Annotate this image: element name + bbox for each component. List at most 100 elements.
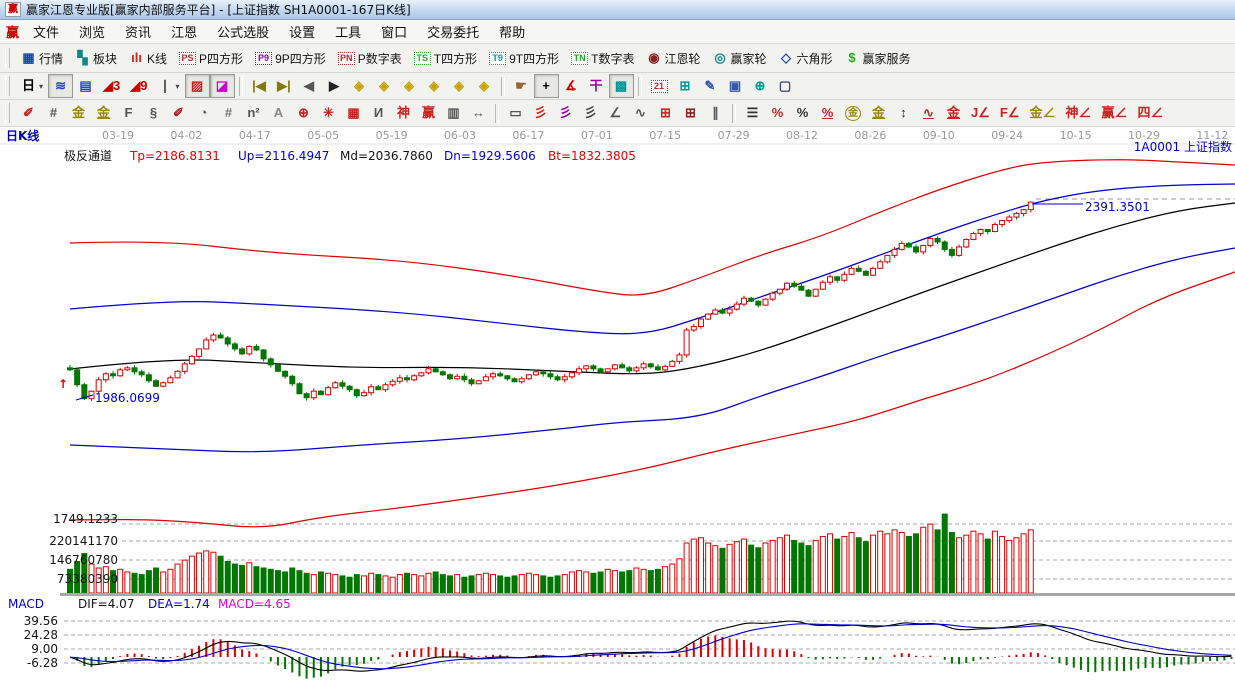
t-number-table-button[interactable]: TN T数字表 xyxy=(566,45,639,71)
time-cycle-button[interactable]: ◔ xyxy=(191,101,216,125)
volume-distribution-button[interactable]: ◪ xyxy=(209,74,235,98)
memo-notes-button[interactable]: ✎ xyxy=(698,74,723,98)
shen-gann-button[interactable]: 神 xyxy=(391,101,416,125)
fibonacci-lines-button[interactable]: F xyxy=(116,101,141,125)
band-box-red-button[interactable]: ∿ xyxy=(916,101,941,125)
menu-item-文件[interactable]: 文件 xyxy=(23,20,69,43)
zigzag-wave-button[interactable]: ∿ xyxy=(628,101,653,125)
vertical-measure-button[interactable]: ↕ xyxy=(891,101,916,125)
gann-split-button[interactable]: 干 xyxy=(584,74,609,98)
measure-frame-button[interactable]: ▭ xyxy=(503,101,528,125)
menu-item-公式选股[interactable]: 公式选股 xyxy=(207,20,279,43)
p9-square-button[interactable]: P9 9P四方形 xyxy=(250,45,331,71)
price-grid-dark-button[interactable]: ⊞ xyxy=(678,101,703,125)
market-quotes-button[interactable]: ▦ 行情 xyxy=(16,45,68,71)
gann-circle-button[interactable]: ⊕ xyxy=(291,101,316,125)
gann-fan-button[interactable]: 彡 xyxy=(528,101,553,125)
zoom-region-button[interactable]: ≋ xyxy=(48,74,74,98)
angle-measure-button[interactable]: ∡ xyxy=(559,74,584,98)
net-update-button[interactable]: ⊕ xyxy=(748,74,773,98)
zoom-x-in-button[interactable]: ◈ xyxy=(422,74,447,98)
winner-wheel-button[interactable]: ◎ 赢家轮 xyxy=(707,45,771,71)
period-daily-dropdown[interactable]: ▾ xyxy=(39,82,43,91)
parallel-channel-button[interactable]: ∥ xyxy=(703,101,728,125)
cycle-ruler-button[interactable]: ✐ xyxy=(166,101,191,125)
save-data-button[interactable]: ▣ xyxy=(723,74,748,98)
gann-line-tool-button[interactable]: # xyxy=(41,101,66,125)
gann-star-wheel-button[interactable]: ✳ xyxy=(316,101,341,125)
jump-first-button[interactable]: |◀ xyxy=(247,74,272,98)
area-select-button[interactable]: ▩ xyxy=(608,74,634,98)
price-grid-red-button[interactable]: ⊞ xyxy=(653,101,678,125)
menu-item-帮助[interactable]: 帮助 xyxy=(489,20,535,43)
calendar-button[interactable]: 21 xyxy=(646,74,673,98)
f-angle-button[interactable]: F∠ xyxy=(995,101,1025,125)
jump-last-button[interactable]: ▶| xyxy=(272,74,297,98)
remote-service-button[interactable]: ▢ xyxy=(773,74,798,98)
menu-item-浏览[interactable]: 浏览 xyxy=(69,20,115,43)
zoom-x-out-button[interactable]: ◈ xyxy=(397,74,422,98)
calculator-button[interactable]: ⊞ xyxy=(673,74,698,98)
gann-square-grid-button[interactable]: ▦ xyxy=(341,101,366,125)
menu-item-工具[interactable]: 工具 xyxy=(325,20,371,43)
gann-fan-boxed-button[interactable]: 彡 xyxy=(553,101,578,125)
info-list-button[interactable]: ▤ xyxy=(73,74,98,98)
j-angle-button[interactable]: J∠ xyxy=(966,101,995,125)
menu-item-资讯[interactable]: 资讯 xyxy=(115,20,161,43)
menu-item-设置[interactable]: 设置 xyxy=(279,20,325,43)
p-number-table-button[interactable]: PN P数字表 xyxy=(333,45,407,71)
compress-view-button[interactable]: ◈ xyxy=(447,74,472,98)
percent-plain-button[interactable]: % xyxy=(790,101,815,125)
si-angle-button[interactable]: 四∠ xyxy=(1133,101,1169,125)
menu-item-交易委托[interactable]: 交易委托 xyxy=(417,20,489,43)
percent-seven-button[interactable]: % xyxy=(765,101,790,125)
toolbar-grip[interactable] xyxy=(5,48,10,68)
title-bar[interactable]: 赢 赢家江恩专业版[赢家内部服务平台] - [上证指数 SH1A0001-167… xyxy=(0,0,1235,20)
hand-tool-button[interactable]: ☛ xyxy=(509,74,534,98)
grid-price-table-button[interactable]: ▥ xyxy=(441,101,466,125)
gann-wheel-button[interactable]: ◉ 江恩轮 xyxy=(641,45,705,71)
kline-view-button[interactable]: ılı K线 xyxy=(124,45,172,71)
expand-view-button[interactable]: ◈ xyxy=(472,74,497,98)
t9-square-button[interactable]: T9 9T四方形 xyxy=(484,45,564,71)
region-map-button[interactable]: ▨ xyxy=(184,74,210,98)
a-angle-tool-button[interactable]: A xyxy=(266,101,291,125)
period-lines-button[interactable]: # xyxy=(216,101,241,125)
candle-style-button[interactable]: ∣ ▾ xyxy=(152,74,184,98)
ying-angle-button[interactable]: 赢∠ xyxy=(1097,101,1133,125)
wave-mark-button[interactable]: И xyxy=(366,101,391,125)
bars-9-button[interactable]: ◢9 xyxy=(125,74,152,98)
shen-angle-button[interactable]: 神∠ xyxy=(1061,101,1097,125)
toolbar-grip[interactable] xyxy=(5,103,10,123)
gold-ratio-a-button[interactable]: 金 xyxy=(66,101,91,125)
shift-left-button[interactable]: ◈ xyxy=(347,74,372,98)
sector-blocks-button[interactable]: ▚ 板块 xyxy=(70,45,122,71)
bars-3-button[interactable]: ◢3 xyxy=(98,74,125,98)
t-square-button[interactable]: TS T四方形 xyxy=(409,45,482,71)
draw-pin-button[interactable]: ✐ xyxy=(16,101,41,125)
step-back-button[interactable]: ◀ xyxy=(297,74,322,98)
menu-item-江恩[interactable]: 江恩 xyxy=(161,20,207,43)
period-daily-button[interactable]: 日 ▾ xyxy=(16,74,48,98)
spiral-tool-button[interactable]: § xyxy=(141,101,166,125)
shift-right-button[interactable]: ◈ xyxy=(372,74,397,98)
hexagon-tool-button[interactable]: ◇ 六角形 xyxy=(774,45,838,71)
stat-table-button[interactable]: ☰ xyxy=(740,101,765,125)
yingjia-gann-button[interactable]: 赢 xyxy=(416,101,441,125)
menu-item-窗口[interactable]: 窗口 xyxy=(371,20,417,43)
gold-ratio-b-button[interactable]: 金 xyxy=(91,101,116,125)
winner-service-button[interactable]: $ 赢家服务 xyxy=(840,45,916,71)
gold-section-button[interactable]: 金 xyxy=(866,101,891,125)
percent-underline-button[interactable]: % xyxy=(815,101,840,125)
step-forward-button[interactable]: ▶ xyxy=(322,74,347,98)
n-square-button[interactable]: n² xyxy=(241,101,266,125)
gold-angle-button[interactable]: 金∠ xyxy=(1025,101,1061,125)
horizontal-extend-button[interactable]: ↔ xyxy=(466,101,491,125)
p-square-button[interactable]: PS P四方形 xyxy=(174,45,248,71)
trend-rays-button[interactable]: ∠ xyxy=(603,101,628,125)
crosshair-tool-button[interactable]: + xyxy=(533,74,559,98)
candle-style-dropdown[interactable]: ▾ xyxy=(175,82,179,91)
gann-fan-square-button[interactable]: 彡 xyxy=(578,101,603,125)
gold-circle-tool-button[interactable]: 金 xyxy=(840,101,866,125)
gold-underline-red-button[interactable]: 金 xyxy=(941,101,966,125)
